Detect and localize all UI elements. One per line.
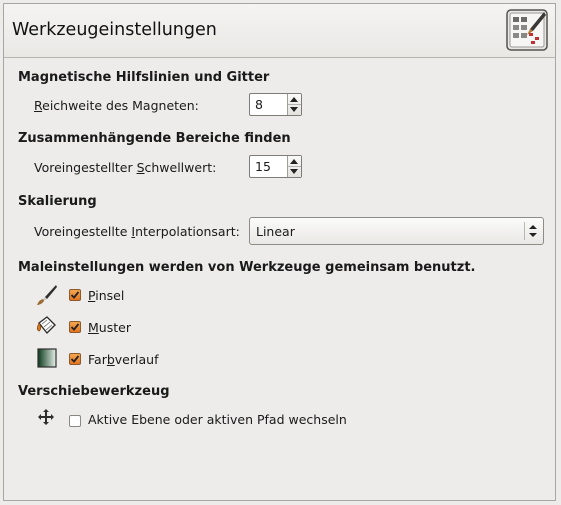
combo-arrows-icon — [529, 225, 537, 237]
magnet-range-value: 8 — [255, 97, 263, 112]
move-tool-heading: Verschiebewerkzeug — [18, 384, 170, 399]
pattern-checkbox[interactable] — [69, 321, 81, 333]
interpolation-select[interactable]: Linear — [249, 217, 544, 245]
spinner-buttons[interactable] — [287, 156, 301, 177]
move-active-layer-checkbox[interactable] — [69, 415, 81, 427]
magnet-range-label: Reichweite des Magneten: — [34, 98, 199, 113]
interpolation-value: Linear — [256, 224, 295, 239]
contiguous-regions-heading: Zusammenhängende Bereiche finden — [18, 131, 291, 146]
move-active-layer-label[interactable]: Aktive Ebene oder aktiven Pfad wechseln — [88, 412, 347, 427]
spin-up-icon[interactable] — [290, 159, 298, 164]
gradient-icon — [37, 348, 57, 368]
gradient-checkbox[interactable] — [69, 353, 81, 365]
magnetic-guides-heading: Magnetische Hilfslinien und Gitter — [18, 70, 270, 85]
pattern-label[interactable]: Muster — [88, 320, 131, 335]
spinner-buttons[interactable] — [287, 94, 301, 115]
brush-icon — [37, 285, 57, 305]
scaling-heading: Skalierung — [18, 194, 97, 209]
dialog-header: Werkzeugeinstellungen — [4, 4, 555, 58]
move-arrows-icon — [38, 409, 54, 425]
paint-options-heading: Maleinstellungen werden von Werkzeuge ge… — [18, 260, 476, 275]
spin-down-icon[interactable] — [290, 169, 298, 174]
threshold-label: Voreingestellter Schwellwert: — [34, 160, 217, 175]
threshold-spinner[interactable]: 15 — [249, 155, 302, 178]
interpolation-label: Voreingestellte Interpolationsart: — [34, 224, 240, 239]
pattern-bucket-icon — [37, 316, 56, 335]
brush-label[interactable]: Pinsel — [88, 288, 124, 303]
tool-options-icon — [506, 9, 548, 51]
spin-up-icon[interactable] — [290, 97, 298, 102]
tool-options-dialog: Werkzeugeinstellungen Magnetische Hilfsl… — [3, 3, 556, 501]
threshold-value: 15 — [255, 159, 271, 174]
brush-checkbox[interactable] — [69, 289, 81, 301]
gradient-label[interactable]: Farbverlauf — [88, 352, 158, 367]
spin-down-icon[interactable] — [290, 107, 298, 112]
magnet-range-spinner[interactable]: 8 — [249, 93, 302, 116]
page-title: Werkzeugeinstellungen — [12, 20, 217, 40]
